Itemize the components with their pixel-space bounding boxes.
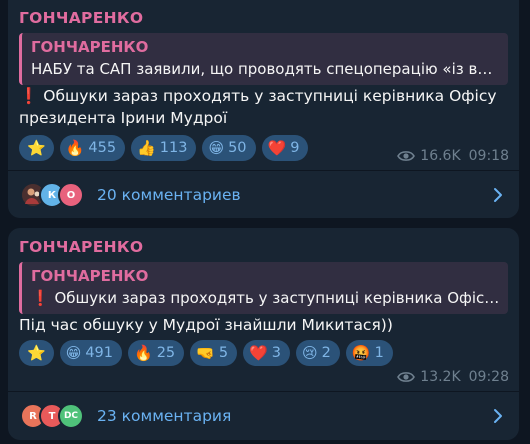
- message-line-1: Обшуки зараз проходять у заступниці кері…: [43, 87, 497, 105]
- eye-icon: [397, 372, 416, 382]
- quote-author: ГОНЧАРЕНКО: [31, 38, 149, 56]
- reactions-bar: ⭐ 😁 491 🔥 25 🤜 5 ❤️ 3 😢 2 🤬 1: [19, 340, 393, 366]
- message-line-2: президента Ірини Мудрої: [19, 109, 228, 127]
- red-exclamation-icon: ❗: [31, 289, 50, 307]
- reaction-thumbs-up[interactable]: 👍 113: [131, 135, 197, 161]
- quote-author: ГОНЧАРЕНКО: [31, 267, 149, 285]
- comments-button[interactable]: R T DC 23 комментария: [8, 392, 519, 440]
- avatar: DC: [58, 403, 84, 429]
- sender-name[interactable]: ГОНЧАРЕНКО: [19, 238, 143, 256]
- reaction-count: 113: [159, 140, 188, 156]
- quote-text-content: Обшуки зараз проходять у заступниці кері…: [54, 289, 500, 307]
- chevron-right-icon: [494, 188, 502, 202]
- sender-name[interactable]: ГОНЧАРЕНКО: [19, 9, 143, 27]
- message-text: Під час обшуку у Мудрої знайшли Микитася…: [19, 316, 393, 334]
- reaction-angry[interactable]: 🤬 1: [345, 340, 393, 366]
- reaction-fist[interactable]: 🤜 5: [190, 340, 238, 366]
- view-count: 16.6K: [420, 148, 461, 164]
- heart-icon: ❤️: [249, 343, 268, 362]
- commenter-avatars: К О: [20, 182, 84, 208]
- channel-post: ГОНЧАРЕНКО ГОНЧАРЕНКО ❗ Обшуки зараз про…: [8, 228, 519, 440]
- reactions-bar: ⭐ 🔥 455 👍 113 😁 50 ❤️ 9: [19, 135, 309, 161]
- reaction-star[interactable]: ⭐: [19, 135, 54, 161]
- reaction-count: 491: [85, 345, 114, 361]
- angry-icon: 🤬: [351, 343, 371, 362]
- reaction-count: 2: [321, 345, 331, 361]
- fire-icon: 🔥: [65, 138, 85, 157]
- reaction-count: 9: [290, 140, 300, 156]
- commenter-avatars: R T DC: [20, 403, 84, 429]
- grin-icon: 😁: [208, 138, 225, 157]
- reaction-count: 5: [218, 345, 229, 361]
- avatar: О: [58, 182, 84, 208]
- reaction-fire[interactable]: 🔥 25: [128, 340, 185, 366]
- reaction-count: 3: [271, 345, 281, 361]
- post-meta: 16.6K 09:18: [397, 148, 509, 164]
- reaction-fire[interactable]: 🔥 455: [59, 135, 126, 161]
- reply-quote[interactable]: ГОНЧАРЕНКО ❗ Обшуки зараз проходять у за…: [19, 262, 508, 314]
- reaction-count: 455: [88, 140, 117, 156]
- chevron-right-icon: [494, 409, 502, 423]
- comments-count-label: 23 комментария: [97, 407, 232, 425]
- star-icon: ⭐: [27, 138, 46, 157]
- reaction-count: 25: [156, 345, 176, 361]
- fire-icon: 🔥: [134, 343, 153, 362]
- thumbs-up-icon: 👍: [137, 138, 156, 157]
- heart-icon: ❤️: [267, 138, 287, 157]
- message-text: ❗ Обшуки зараз проходять у заступниці ке…: [19, 85, 514, 129]
- post-meta: 13.2K 09:28: [397, 369, 509, 385]
- reaction-cry[interactable]: 😢 2: [296, 340, 340, 366]
- quote-text: ❗ Обшуки зараз проходять у заступниці ке…: [31, 287, 500, 309]
- comments-button[interactable]: К О 20 комментариев: [8, 171, 519, 218]
- star-icon: ⭐: [27, 343, 46, 362]
- quote-text: НАБУ та САП заявили, що проводять спецоп…: [31, 60, 500, 78]
- view-count: 13.2K: [420, 369, 461, 385]
- reply-quote[interactable]: ГОНЧАРЕНКО НАБУ та САП заявили, що прово…: [19, 33, 508, 85]
- eye-icon: [397, 151, 416, 161]
- grin-icon: 😁: [65, 343, 82, 362]
- reaction-count: 1: [374, 345, 384, 361]
- reaction-star[interactable]: ⭐: [19, 340, 54, 366]
- reaction-heart[interactable]: ❤️ 3: [243, 340, 290, 366]
- post-time: 09:18: [468, 148, 509, 164]
- channel-post: ГОНЧАРЕНКО ГОНЧАРЕНКО НАБУ та САП заявил…: [8, 0, 519, 218]
- red-exclamation-icon: ❗: [19, 87, 39, 105]
- reaction-grin[interactable]: 😁 50: [202, 135, 256, 161]
- fist-icon: 🤜: [196, 343, 215, 362]
- post-time: 09:28: [468, 369, 509, 385]
- reaction-grin[interactable]: 😁 491: [59, 340, 123, 366]
- cry-icon: 😢: [302, 343, 318, 362]
- reaction-count: 50: [228, 140, 247, 156]
- reaction-heart[interactable]: ❤️ 9: [261, 135, 309, 161]
- comments-count-label: 20 комментариев: [97, 186, 241, 204]
